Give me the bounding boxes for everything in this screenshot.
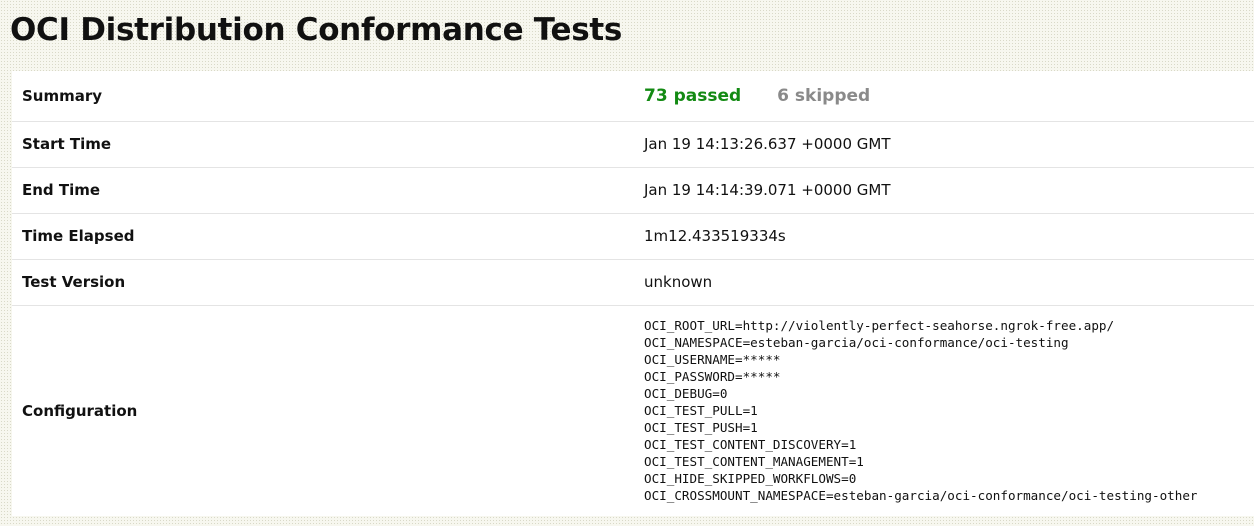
skipped-count: 6 skipped: [777, 85, 871, 106]
config-line: OCI_TEST_CONTENT_DISCOVERY=1: [644, 437, 857, 453]
configuration-row: Configuration OCI_ROOT_URL=http://violen…: [12, 305, 1254, 516]
end-time-label: End Time: [12, 167, 644, 214]
time-elapsed-value: 1m12.433519334s: [644, 213, 1254, 260]
config-line: OCI_DEBUG=0: [644, 386, 728, 402]
configuration-label: Configuration: [22, 401, 138, 420]
config-line: OCI_PASSWORD=*****: [644, 369, 781, 385]
config-line: OCI_TEST_PULL=1: [644, 403, 758, 419]
test-version-label: Test Version: [12, 259, 644, 306]
summary-label: Summary: [12, 71, 644, 122]
test-version-value: unknown: [644, 259, 1254, 306]
config-line: OCI_CROSSMOUNT_NAMESPACE=esteban-garcia/…: [644, 488, 1198, 504]
start-time-value: Jan 19 14:13:26.637 +0000 GMT: [644, 121, 1254, 168]
page-title: OCI Distribution Conformance Tests: [10, 12, 623, 48]
end-time-value: Jan 19 14:14:39.071 +0000 GMT: [644, 167, 1254, 214]
config-line: OCI_HIDE_SKIPPED_WORKFLOWS=0: [644, 471, 857, 487]
config-line: OCI_NAMESPACE=esteban-garcia/oci-conform…: [644, 335, 1069, 351]
configuration-list: OCI_ROOT_URL=http://violently-perfect-se…: [644, 317, 1254, 504]
config-line: OCI_USERNAME=*****: [644, 352, 781, 368]
config-line: OCI_TEST_CONTENT_MANAGEMENT=1: [644, 454, 864, 470]
summary-row: Summary 73 passed 6 skipped: [12, 71, 1254, 122]
summary-value: 73 passed 6 skipped: [644, 71, 1254, 122]
test-version-row: Test Version unknown: [12, 259, 1254, 306]
summary-table: Summary 73 passed 6 skipped Start Time Ja…: [12, 71, 1254, 516]
passed-count: 73 passed: [644, 85, 742, 106]
time-elapsed-label: Time Elapsed: [12, 213, 644, 260]
start-time-label: Start Time: [12, 121, 644, 168]
configuration-value: OCI_ROOT_URL=http://violently-perfect-se…: [644, 305, 1254, 516]
config-line: OCI_ROOT_URL=http://violently-perfect-se…: [644, 318, 1115, 334]
end-time-row: End Time Jan 19 14:14:39.071 +0000 GMT: [12, 167, 1254, 214]
time-elapsed-row: Time Elapsed 1m12.433519334s: [12, 213, 1254, 260]
config-line: OCI_TEST_PUSH=1: [644, 420, 758, 436]
start-time-row: Start Time Jan 19 14:13:26.637 +0000 GMT: [12, 121, 1254, 168]
